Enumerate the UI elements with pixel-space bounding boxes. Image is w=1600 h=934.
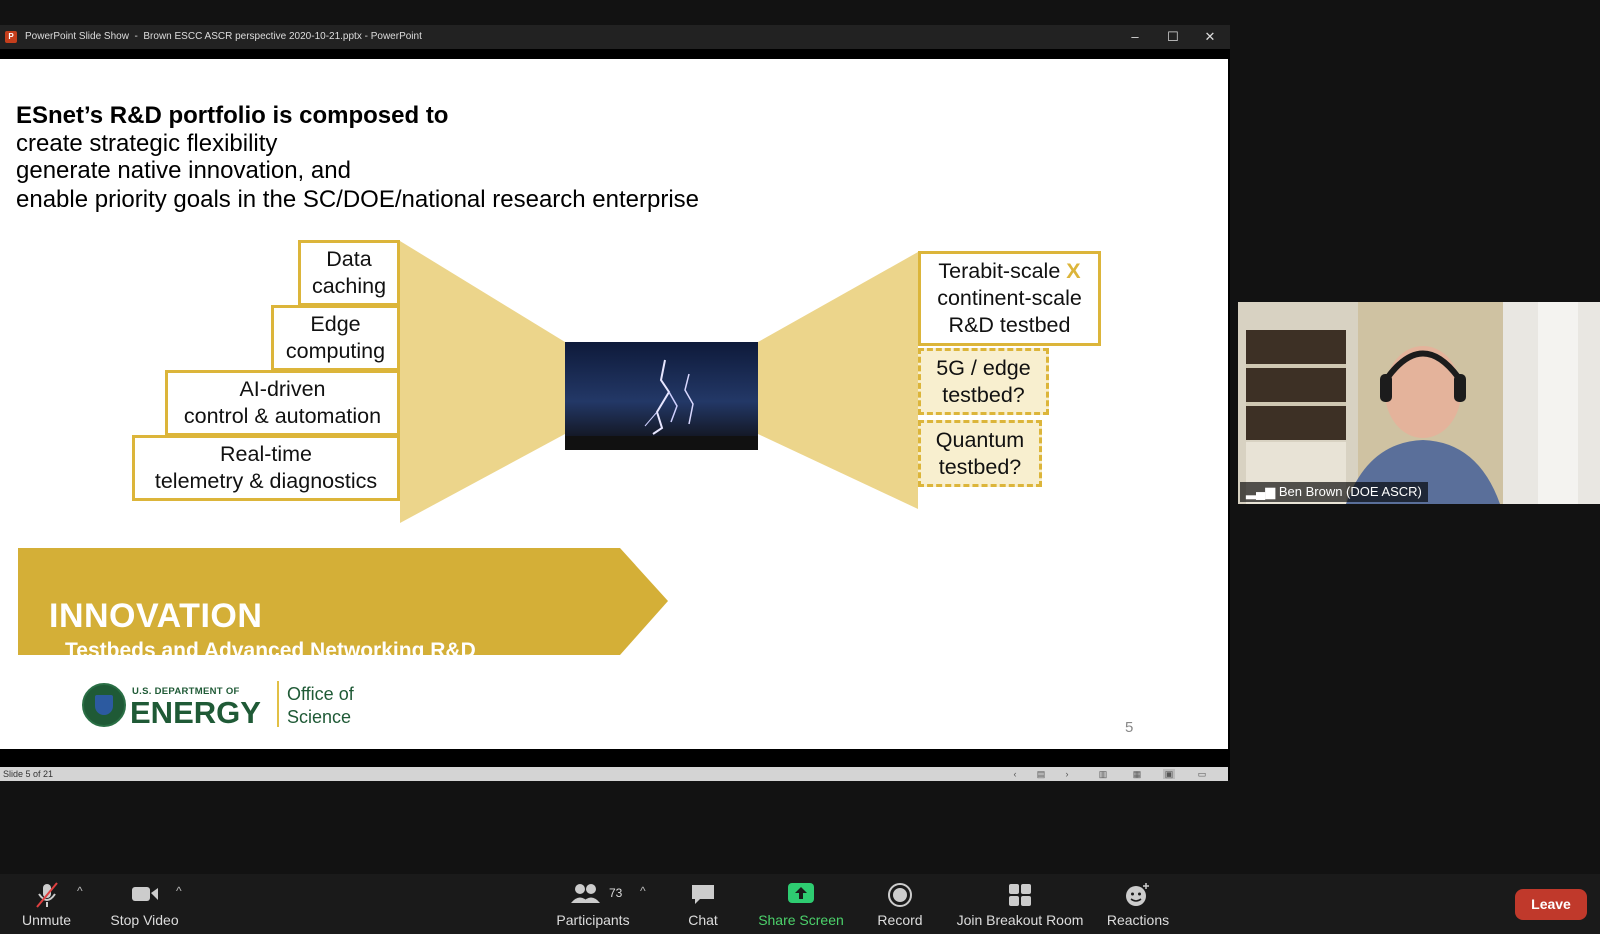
lightning-bolt: [565, 359, 758, 450]
record-icon: [888, 883, 912, 907]
box-5g-edge-testbed: 5G / edge testbed?: [918, 348, 1049, 415]
box-text: telemetry & diagnostics: [154, 469, 378, 493]
box-text: control & automation: [183, 404, 382, 428]
box-real-time-telemetry: Real-time telemetry & diagnostics: [132, 435, 400, 501]
window-titlebar: P PowerPoint Slide Show - Brown ESCC ASC…: [0, 25, 1230, 49]
logo-divider: [277, 681, 279, 727]
share-screen-button[interactable]: Share Screen: [755, 874, 847, 934]
lightning-image: [565, 342, 758, 450]
participants-options-chevron-icon[interactable]: ^: [640, 884, 646, 898]
chat-icon: [692, 885, 714, 904]
box-text: AI-driven: [239, 377, 326, 401]
close-button[interactable]: ✕: [1192, 25, 1228, 49]
logo-office-line1: Office of: [287, 684, 354, 704]
participants-icon: [571, 884, 600, 903]
powerpoint-window: P PowerPoint Slide Show - Brown ESCC ASC…: [0, 25, 1230, 781]
record-label: Record: [877, 912, 923, 928]
stop-video-button[interactable]: Stop Video: [107, 874, 182, 934]
reactions-icon: [1126, 883, 1149, 906]
logo-energy-text: ENERGY: [130, 695, 261, 730]
box-text: 5G / edge: [936, 355, 1031, 380]
reactions-label: Reactions: [1106, 912, 1170, 928]
muted-microphone-icon: [35, 882, 58, 908]
slide: ESnet’s R&D portfolio is composed to cre…: [0, 59, 1228, 749]
box-text: testbed?: [938, 454, 1022, 479]
box-text: Real-time: [220, 442, 312, 466]
status-bar: Slide 5 of 21 ‹ ▤ › ▥ ▦ ▣ ▭: [0, 767, 1228, 781]
chat-button[interactable]: Chat: [675, 874, 731, 934]
box-text: continent-scale: [937, 286, 1082, 310]
leave-button[interactable]: Leave: [1515, 889, 1587, 920]
maximize-button[interactable]: ☐: [1155, 25, 1191, 49]
box-edge-computing: Edge computing: [271, 305, 400, 371]
x-mark: X: [1066, 259, 1081, 283]
box-terabit-testbed: Terabit-scale X continent-scale R&D test…: [918, 251, 1101, 346]
window-title: PowerPoint Slide Show - Brown ESCC ASCR …: [25, 31, 422, 42]
share-screen-label: Share Screen: [758, 912, 844, 928]
box-text: testbed?: [942, 382, 1025, 407]
box-text: Data: [326, 247, 372, 271]
audio-options-chevron-icon[interactable]: ^: [77, 884, 83, 898]
video-camera-icon: [131, 887, 158, 901]
next-slide-icon[interactable]: ›: [1061, 769, 1073, 779]
stop-video-label: Stop Video: [110, 912, 179, 928]
box-text: Edge: [310, 312, 361, 336]
box-text: computing: [285, 339, 386, 363]
minimize-button[interactable]: –: [1117, 25, 1153, 49]
share-screen-icon: [788, 883, 814, 903]
box-text-line: Terabit-scale: [938, 259, 1061, 283]
breakout-room-icon: [1009, 884, 1031, 906]
meeting-toolbar: Unmute ^ Stop Video ^ 73 Participants ^ …: [0, 874, 1600, 934]
video-scene: [1238, 302, 1600, 504]
participant-name: Ben Brown (DOE ASCR): [1278, 484, 1422, 499]
unmute-label: Unmute: [21, 912, 72, 928]
slide-number: 5: [1125, 719, 1134, 736]
right-funnel: [758, 252, 918, 509]
box-text: R&D testbed: [948, 313, 1071, 337]
breakout-room-label: Join Breakout Room: [956, 912, 1084, 928]
box-text: Quantum: [935, 427, 1025, 452]
logo-office-line2: Science: [287, 707, 352, 727]
participants-button[interactable]: 73 Participants: [553, 874, 633, 934]
participant-video[interactable]: ▂▄▆ Ben Brown (DOE ASCR): [1238, 302, 1600, 504]
powerpoint-icon: P: [5, 31, 17, 43]
previous-slide-icon[interactable]: ‹: [1009, 769, 1021, 779]
banner-subtitle: Testbeds and Advanced Networking R&D: [65, 639, 476, 662]
box-text: caching: [311, 274, 387, 298]
unmute-button[interactable]: Unmute: [14, 874, 79, 934]
doe-seal-icon: [82, 683, 126, 727]
record-button[interactable]: Record: [868, 874, 932, 934]
chat-label: Chat: [688, 912, 718, 928]
reading-view-icon[interactable]: ▣: [1163, 769, 1175, 779]
slide-menu-icon[interactable]: ▤: [1035, 769, 1047, 779]
video-options-chevron-icon[interactable]: ^: [176, 884, 182, 898]
box-text: Terabit-scale X: [921, 258, 1098, 285]
banner-title: INNOVATION: [49, 597, 263, 635]
box-ai-driven: AI-driven control & automation: [165, 370, 400, 436]
slide-sorter-icon[interactable]: ▦: [1131, 769, 1143, 779]
reactions-button[interactable]: Reactions: [1104, 874, 1172, 934]
normal-view-icon[interactable]: ▥: [1097, 769, 1109, 779]
breakout-room-button[interactable]: Join Breakout Room: [955, 874, 1085, 934]
signal-icon: ▂▄▆: [1246, 484, 1276, 499]
slide-count: Slide 5 of 21: [3, 769, 54, 779]
box-data-caching: Data caching: [298, 240, 400, 306]
left-funnel: [400, 241, 565, 523]
box-quantum-testbed: Quantum testbed?: [918, 420, 1042, 487]
slideshow-view-icon[interactable]: ▭: [1196, 769, 1208, 779]
participant-name-label: ▂▄▆ Ben Brown (DOE ASCR): [1240, 482, 1428, 502]
participants-label: Participants: [556, 912, 630, 928]
participant-count: 73: [609, 886, 623, 900]
